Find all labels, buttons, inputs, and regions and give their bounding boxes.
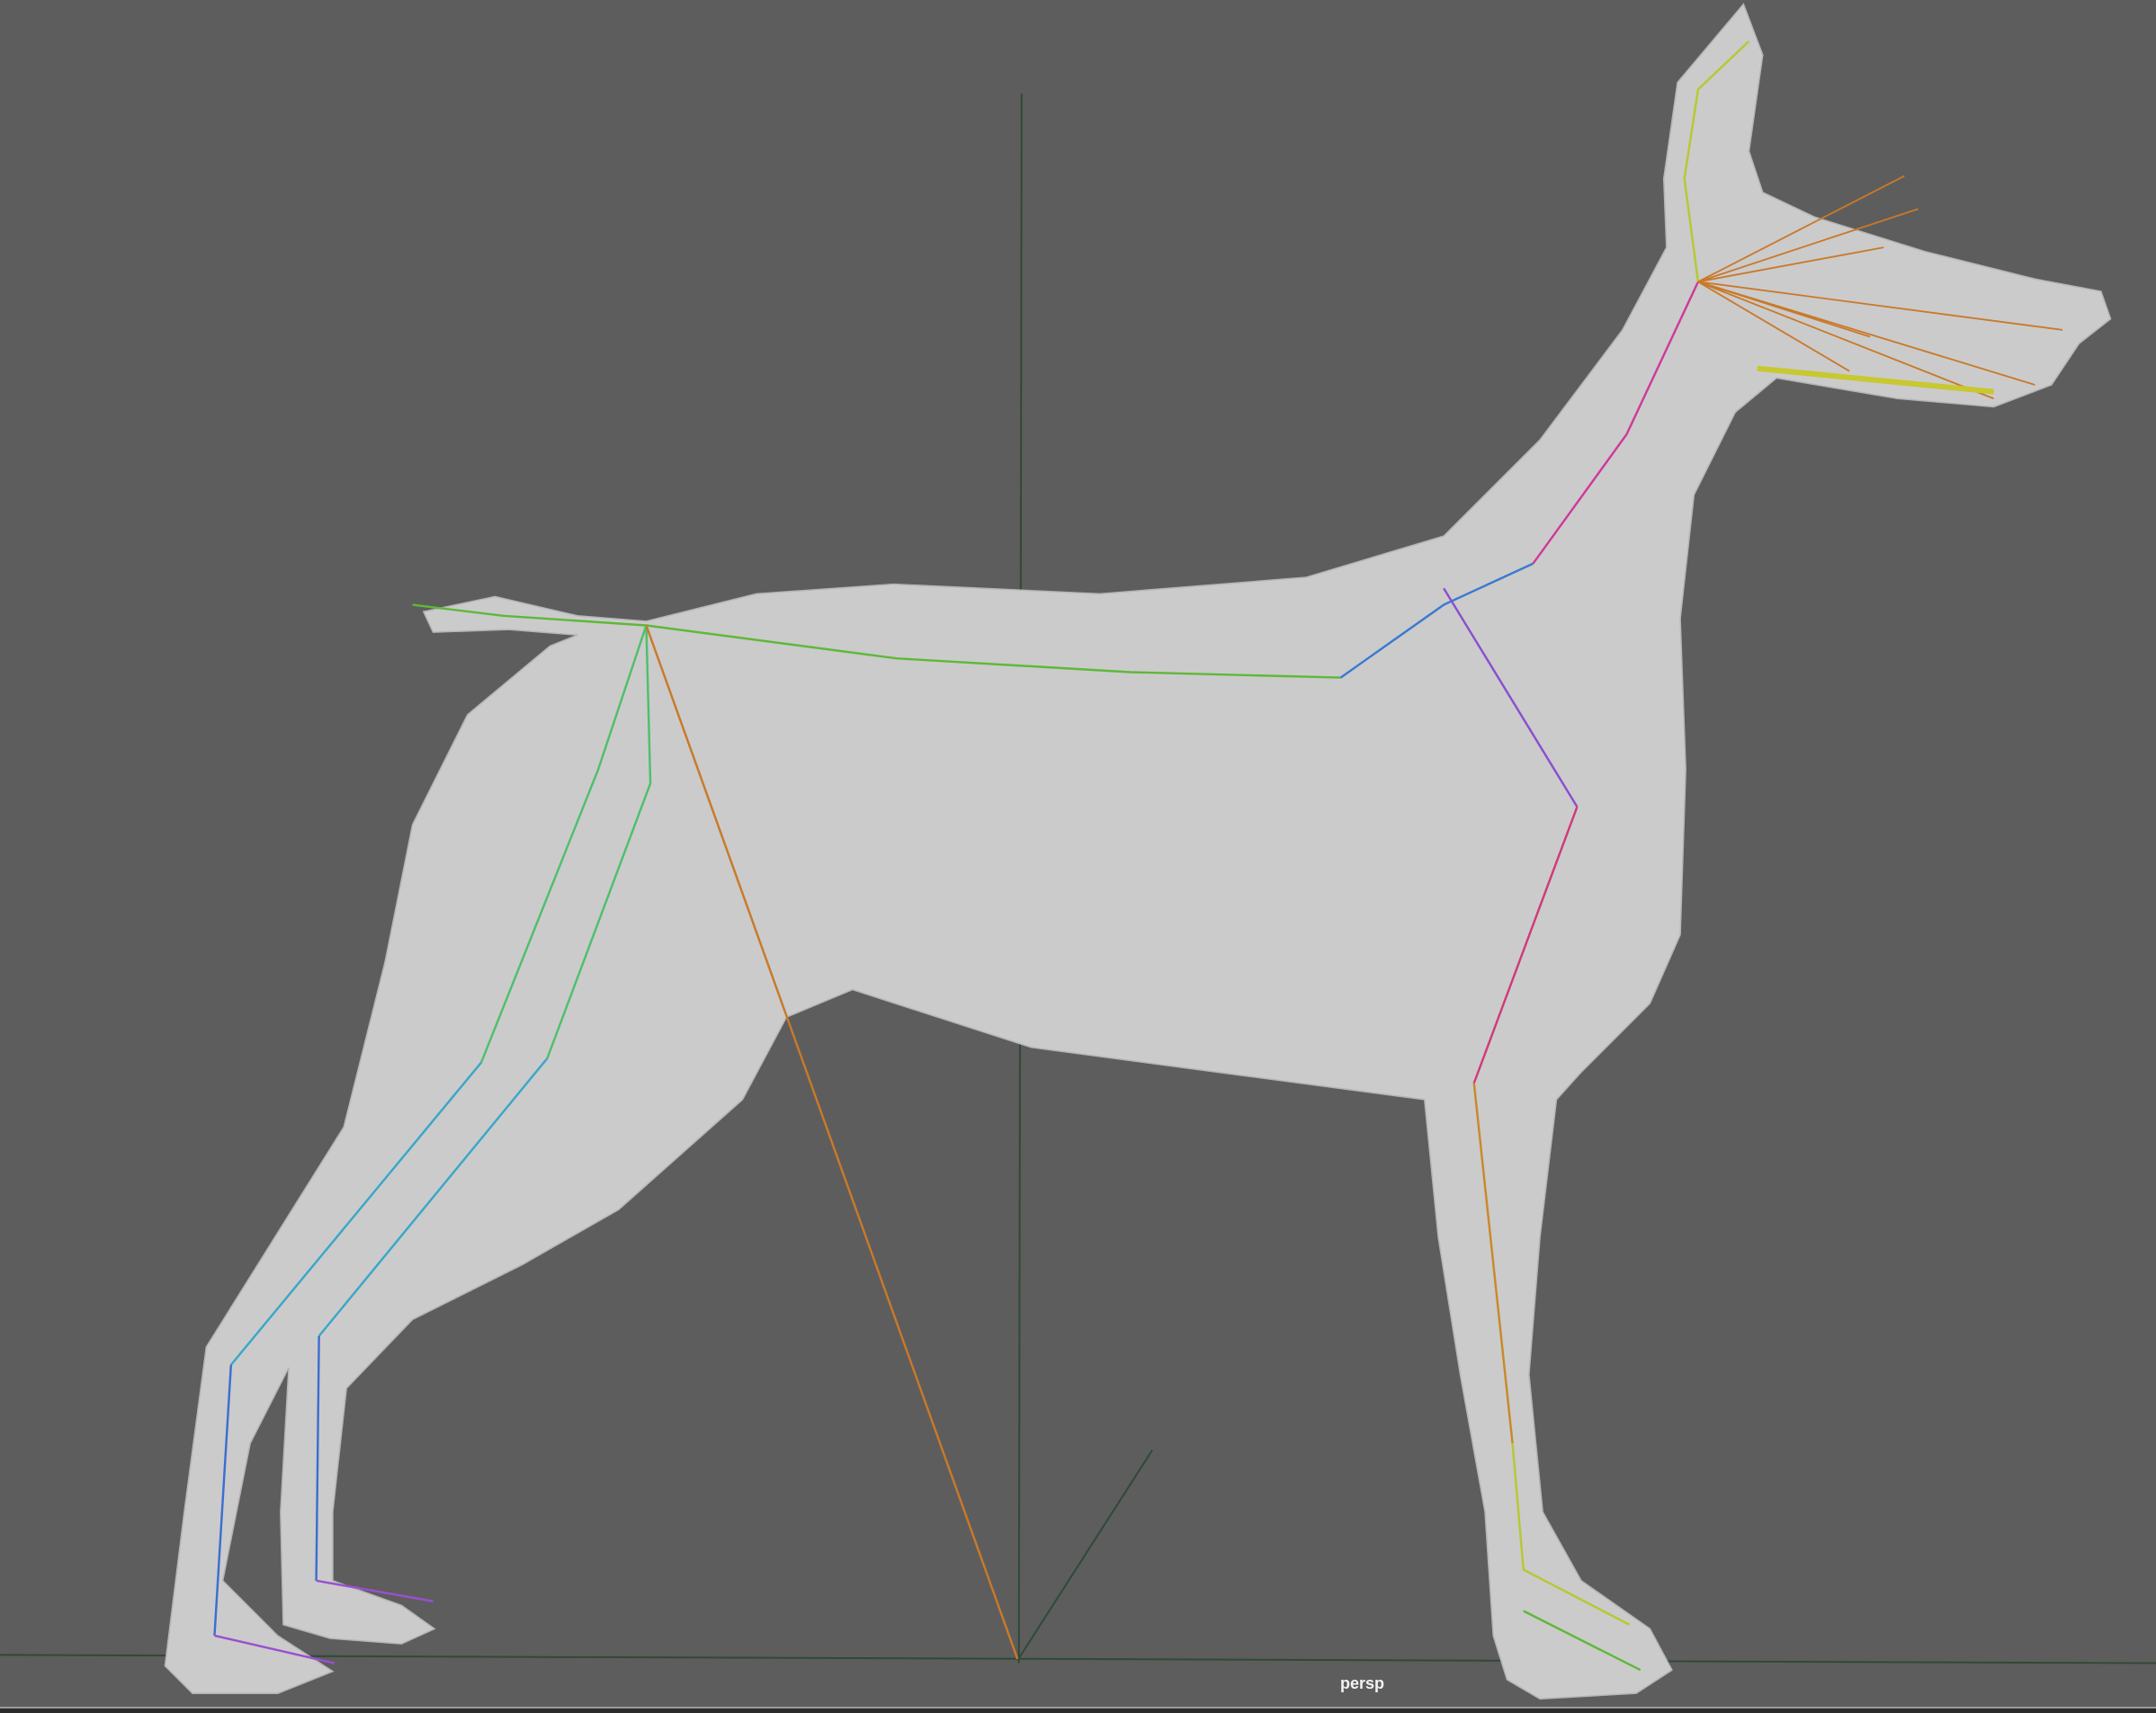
3d-scene[interactable]: [0, 0, 2156, 1709]
viewport-bottom-border: [0, 1707, 2156, 1713]
dog-model-mesh[interactable]: [164, 3, 2112, 1700]
camera-name-label: persp: [1340, 1674, 1385, 1692]
depth-axis-line: [1016, 1450, 1153, 1662]
maya-perspective-viewport[interactable]: persp: [0, 0, 2156, 1713]
ground-grid-line: [0, 1654, 2156, 1664]
